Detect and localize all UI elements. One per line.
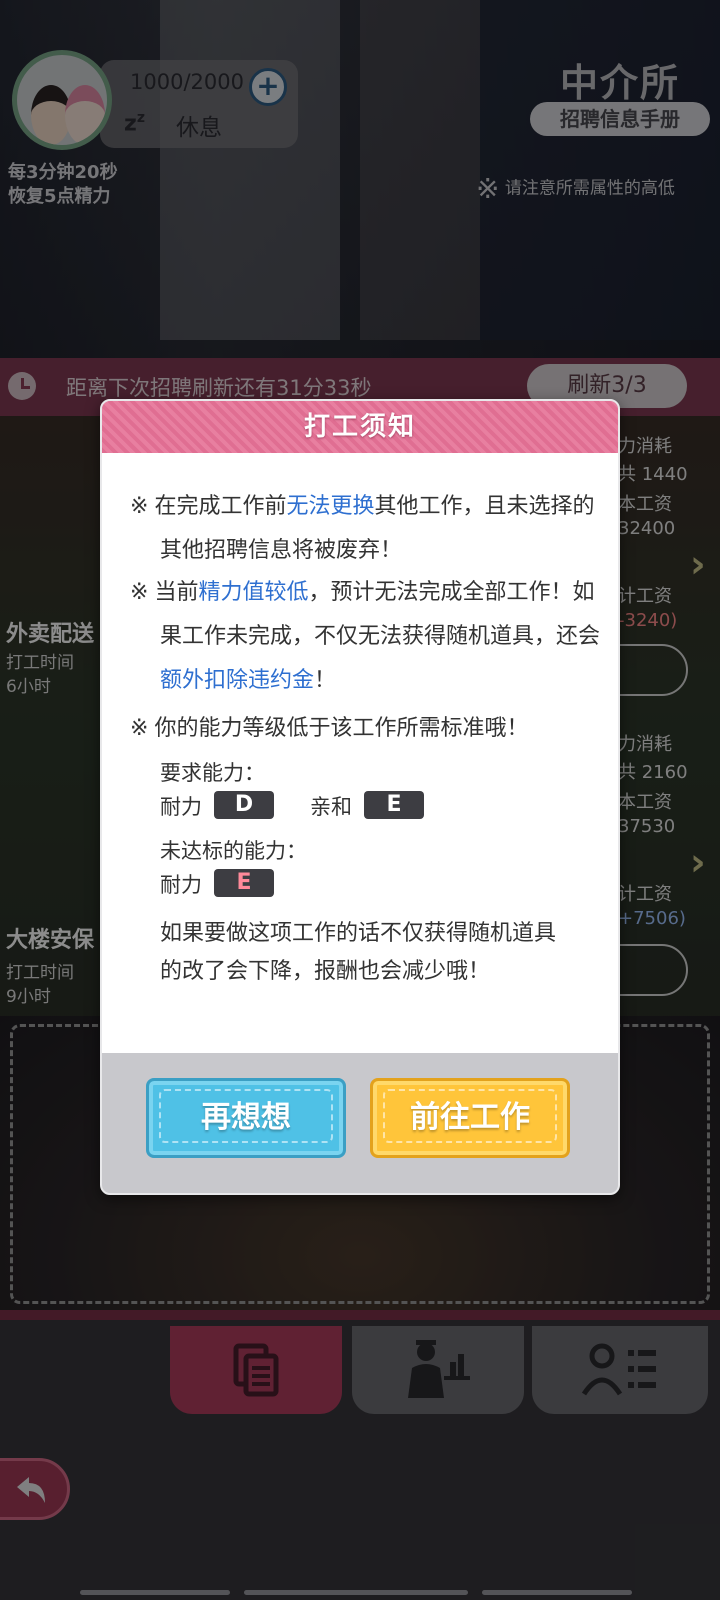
- notice-paragraph-1: ※ 在完成工作前无法更换其他工作，且未选择的其他招聘信息将被废弃！: [130, 485, 600, 573]
- stat-name: 亲和: [310, 795, 352, 819]
- grade-badge: E: [364, 791, 424, 819]
- notice-text: 当前: [154, 580, 199, 605]
- notice-footer: 如果要做这项工作的话不仅获得随机道具的改了会下降，报酬也会减少哦！: [160, 921, 557, 984]
- unmet-ability-label: 未达标的能力：: [160, 839, 307, 863]
- dialog-title: 打工须知: [303, 412, 416, 442]
- notice-text: ！: [314, 668, 337, 693]
- notice-text: 你的能力等级低于该工作所需标准哦！: [154, 716, 529, 741]
- cancel-button[interactable]: 再想想: [146, 1078, 346, 1158]
- stat-name: 耐力: [160, 795, 202, 819]
- stat-name: 耐力: [160, 873, 202, 897]
- notice-paragraph-3: ※ 你的能力等级低于该工作所需标准哦！: [130, 707, 570, 751]
- notice-highlight: 额外扣除违约金: [160, 668, 315, 693]
- work-notice-dialog: 打工须知 ※ 在完成工作前无法更换其他工作，且未选择的其他招聘信息将被废弃！ ※ 当…: [100, 399, 620, 1195]
- notice-mark-icon: ※: [130, 716, 149, 741]
- grade-badge: D: [214, 791, 274, 819]
- dialog-body: ※ 在完成工作前无法更换其他工作，且未选择的其他招聘信息将被废弃！ ※ 当前精力值较…: [102, 453, 618, 1053]
- notice-highlight: 无法更换: [286, 494, 375, 519]
- notice-paragraph-2: ※ 当前精力值较低，预计无法完成全部工作！如果工作未完成，不仅无法获得随机道具，还…: [130, 571, 600, 703]
- required-ability-label: 要求能力：: [160, 761, 265, 785]
- notice-mark-icon: ※: [130, 580, 149, 605]
- notice-mark-icon: ※: [130, 494, 149, 519]
- notice-highlight: 精力值较低: [198, 580, 309, 605]
- go-to-work-button[interactable]: 前往工作: [370, 1078, 570, 1158]
- grade-badge: E: [214, 869, 274, 897]
- notice-text: 在完成工作前: [154, 494, 287, 519]
